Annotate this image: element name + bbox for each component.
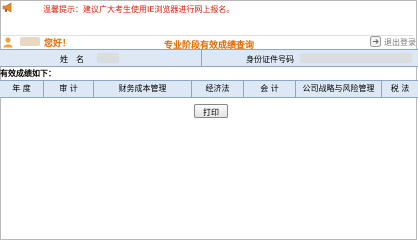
column-header-economic-law: 经济法 bbox=[192, 81, 244, 97]
scores-section-label: 有效成绩如下： bbox=[0, 69, 56, 78]
id-value-redacted bbox=[300, 53, 412, 63]
name-cell: 姓 名 bbox=[0, 50, 202, 66]
name-value-redacted bbox=[97, 53, 119, 63]
column-header-year: 年 度 bbox=[0, 81, 44, 97]
notice-bar: 温馨提示：建议广大考生使用IE浏览器进行网上报名。 bbox=[0, 0, 418, 16]
print-button[interactable]: 打印 bbox=[194, 104, 228, 118]
column-header-tax-law: 税 法 bbox=[390, 84, 410, 93]
column-header-accounting: 会 计 bbox=[244, 81, 296, 97]
column-header-audit: 审 计 bbox=[44, 81, 94, 97]
divider bbox=[3, 35, 413, 36]
column-header-strategy-risk: 公司战略与风险管理 bbox=[296, 81, 382, 97]
id-label: 身份证件号码 bbox=[246, 55, 294, 64]
candidate-info-row: 姓 名 身份证件号码 bbox=[0, 49, 418, 67]
megaphone-icon bbox=[2, 2, 12, 13]
scores-table-header: 年 度 审 计 财务成本管理 经济法 会 计 公司战略与风险管理 税 法 bbox=[0, 80, 418, 98]
id-cell: 身份证件号码 bbox=[202, 50, 418, 66]
name-label: 姓 名 bbox=[60, 55, 84, 64]
notice-text: 温馨提示：建议广大考生使用IE浏览器进行网上报名。 bbox=[43, 5, 235, 14]
column-header-financial-cost: 财务成本管理 bbox=[94, 81, 192, 97]
